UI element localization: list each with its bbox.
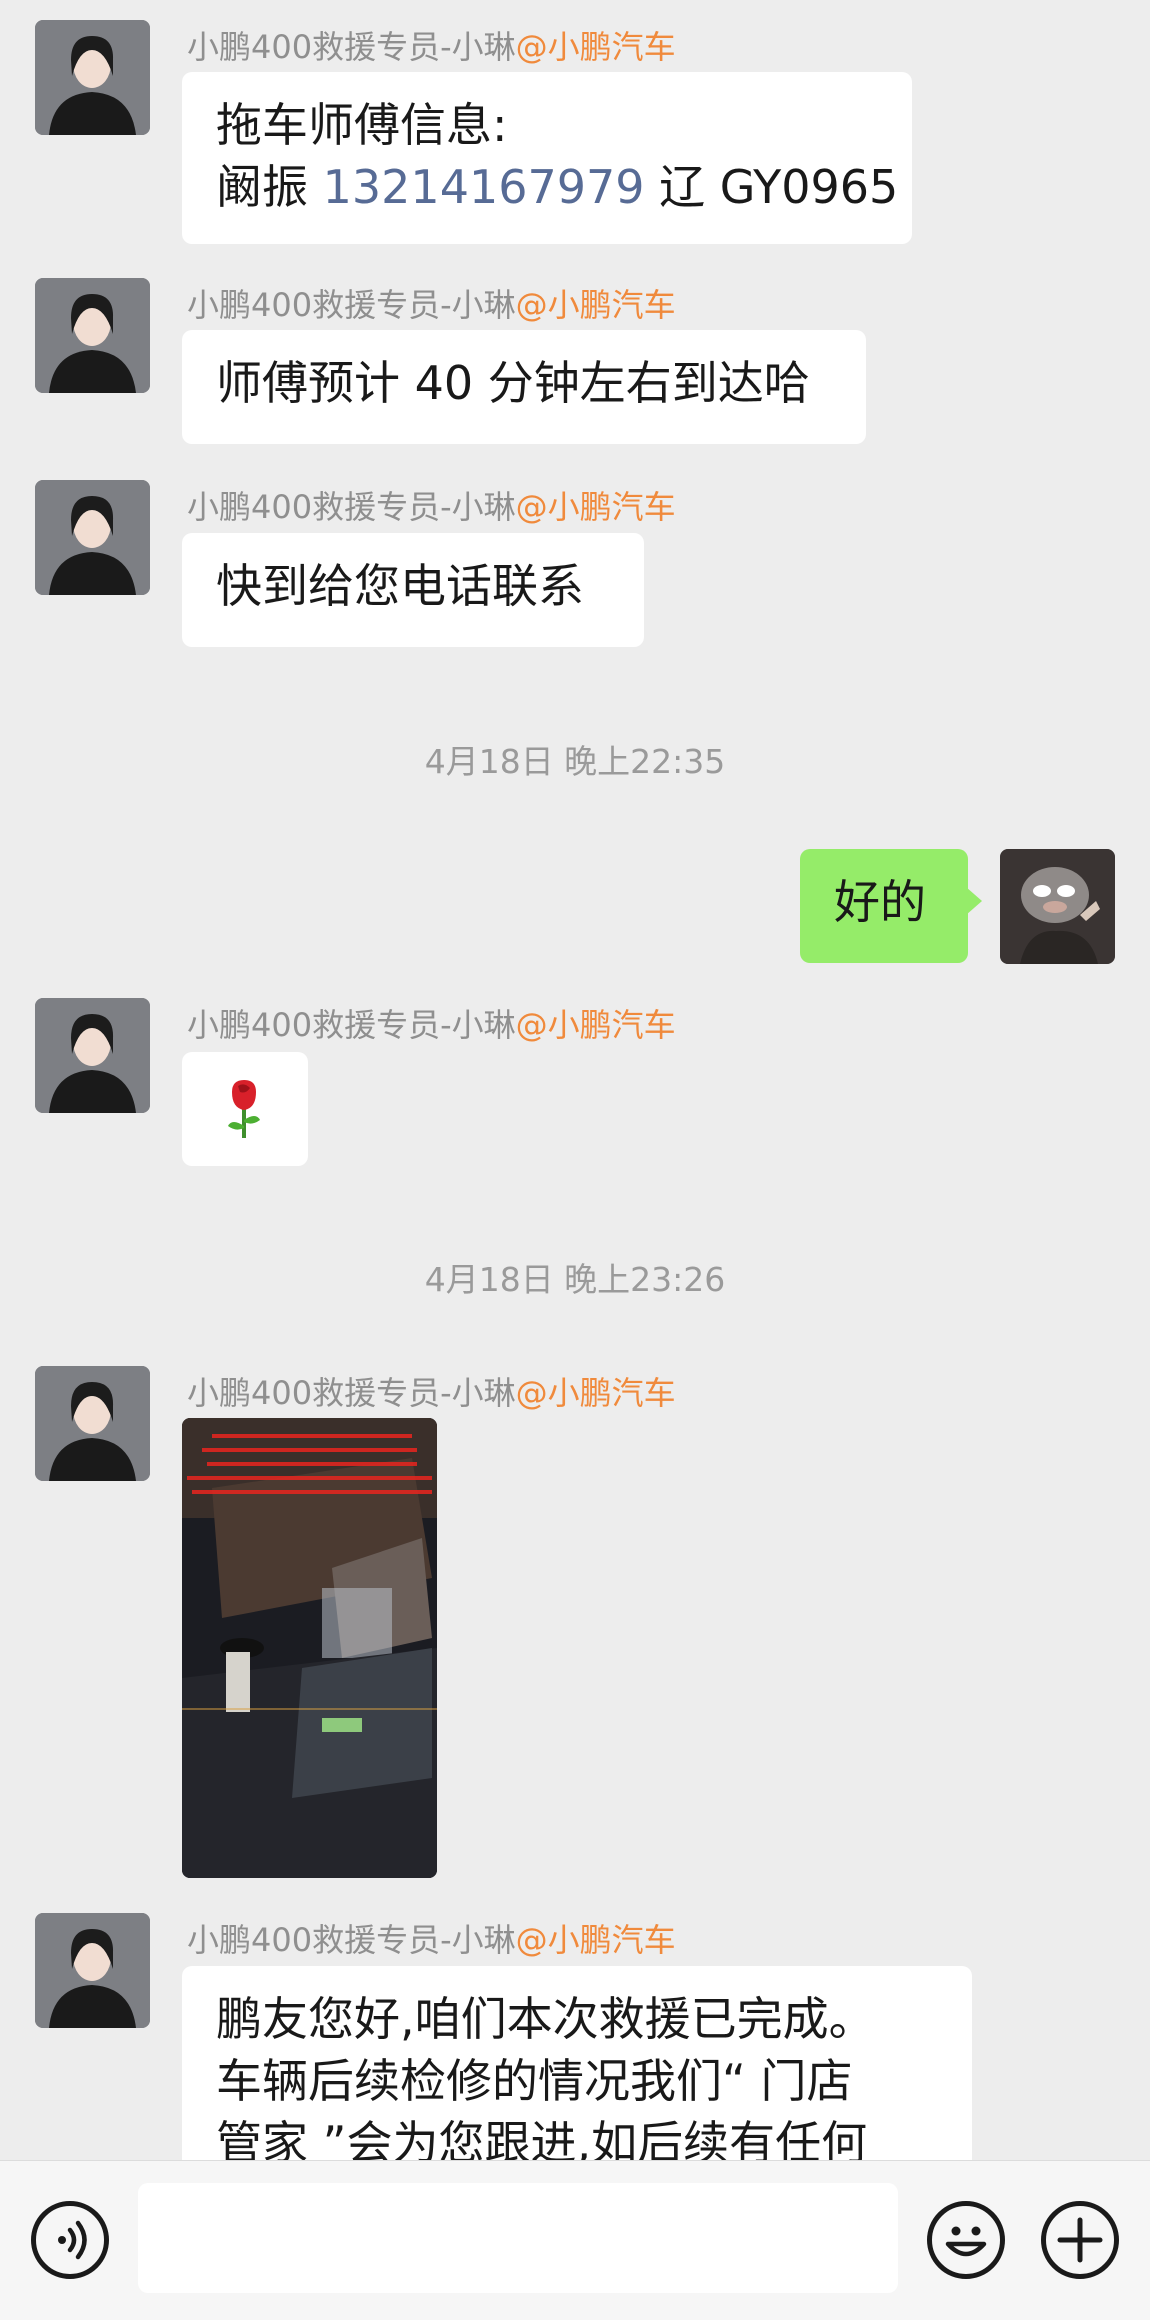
sender-name: 小鹏400救援专员-小琳@小鹏汽车 <box>187 1374 676 1412</box>
chat-area[interactable]: 小鹏400救援专员-小琳@小鹏汽车 拖车师傅信息: 阚振 13214167979… <box>0 0 1150 2160</box>
message-input[interactable] <box>138 2183 898 2293</box>
sender-avatar[interactable] <box>35 20 150 135</box>
sender-name: 小鹏400救援专员-小琳@小鹏汽车 <box>187 28 676 66</box>
sender-avatar[interactable] <box>35 998 150 1113</box>
timestamp: 4月18日 晚上22:35 <box>424 742 726 781</box>
avatar-image <box>35 278 150 393</box>
message-bubble[interactable]: 拖车师傅信息: 阚振 13214167979 辽 GY0965 <box>182 72 912 244</box>
photo-message[interactable] <box>182 1418 437 1878</box>
voice-button[interactable] <box>31 2201 109 2279</box>
message-text: 拖车师傅信息: <box>216 98 508 152</box>
message-text: 好的 <box>834 875 926 929</box>
sender-avatar[interactable] <box>35 1913 150 2028</box>
tow-truck-photo <box>182 1418 437 1878</box>
sender-avatar[interactable] <box>35 278 150 393</box>
sender-name: 小鹏400救援专员-小琳@小鹏汽车 <box>187 1006 676 1044</box>
message-text: 阚振 13214167979 辽 GY0965 <box>216 160 899 214</box>
voice-icon <box>58 2220 87 2260</box>
message-text: 鹏友您好,咱们本次救援已完成。 <box>216 1992 875 2046</box>
sender-avatar[interactable] <box>35 1366 150 1481</box>
input-toolbar <box>0 2160 1150 2320</box>
sender-name: 小鹏400救援专员-小琳@小鹏汽车 <box>187 488 676 526</box>
sender-avatar[interactable] <box>35 480 150 595</box>
avatar-image <box>35 20 150 135</box>
message-text: 管家 ”会为您跟进,如后续有任何 <box>216 2116 868 2160</box>
message-text: 车辆后续检修的情况我们“ 门店 <box>216 2054 853 2108</box>
message-bubble[interactable]: 师傅预计 40 分钟左右到达哈 <box>182 330 866 444</box>
message-bubble[interactable]: 快到给您电话联系 <box>182 533 644 647</box>
avatar-image <box>35 998 150 1113</box>
phone-link[interactable]: 13214167979 <box>323 160 645 214</box>
message-text: 师傅预计 40 分钟左右到达哈 <box>216 356 810 410</box>
message-text: 快到给您电话联系 <box>216 559 584 613</box>
plus-button[interactable] <box>1041 2201 1119 2279</box>
message-bubble[interactable]: 鹏友您好,咱们本次救援已完成。 车辆后续检修的情况我们“ 门店 管家 ”会为您跟… <box>182 1966 972 2160</box>
emoji-button[interactable] <box>927 2201 1005 2279</box>
avatar-image <box>35 1366 150 1481</box>
avatar-image <box>35 1913 150 2028</box>
sender-name: 小鹏400救援专员-小琳@小鹏汽车 <box>187 1921 676 1959</box>
my-message-bubble[interactable]: 好的 <box>800 849 982 963</box>
timestamp: 4月18日 晚上23:26 <box>424 1260 726 1299</box>
sender-name: 小鹏400救援专员-小琳@小鹏汽车 <box>187 286 676 324</box>
emoji-icon <box>945 2226 987 2257</box>
my-avatar[interactable] <box>1000 849 1115 964</box>
rose-icon <box>228 1080 260 1138</box>
avatar-image <box>35 480 150 595</box>
avatar-image <box>1000 849 1115 964</box>
plus-icon <box>1057 2217 1103 2263</box>
message-bubble[interactable]: 🌹 <box>182 1052 308 1166</box>
